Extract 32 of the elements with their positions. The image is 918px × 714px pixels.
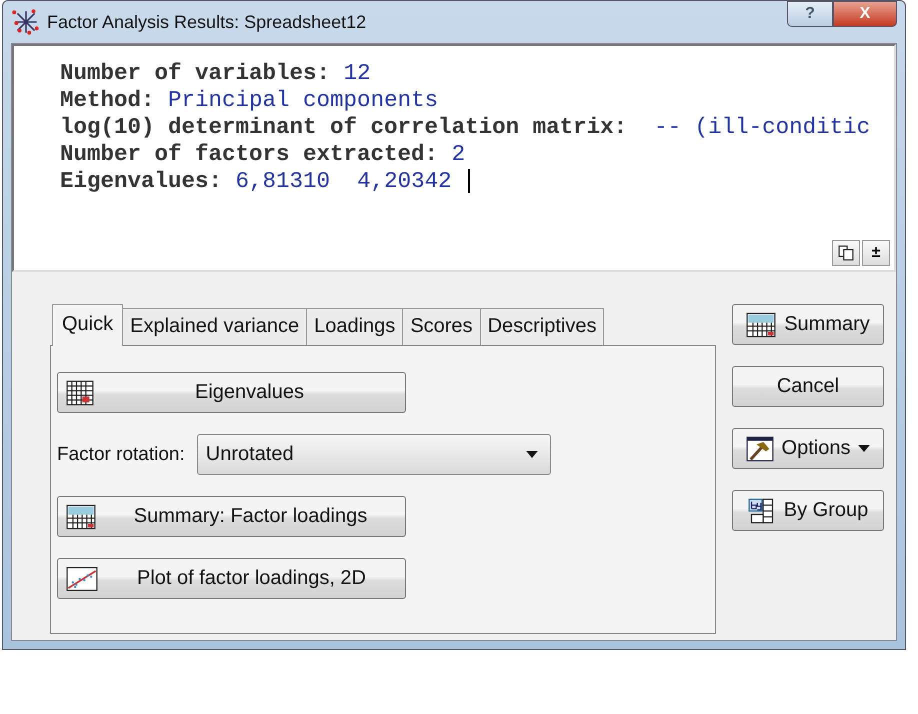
- dropdown-arrow-icon: [526, 451, 538, 458]
- tab[interactable]: Quick: [52, 304, 124, 346]
- rotation-dropdown[interactable]: Unrotated: [196, 434, 551, 475]
- side-button[interactable]: Summary: [732, 304, 884, 345]
- hammer-icon: [746, 436, 774, 462]
- output-line: Method: Principal components: [60, 87, 440, 114]
- app-icon: [11, 7, 41, 37]
- field-label: Factor rotation:: [57, 444, 185, 466]
- side-button[interactable]: Cancel: [732, 366, 884, 407]
- toggle-button[interactable]: ±: [862, 240, 890, 266]
- summary-table-icon: [746, 312, 776, 338]
- help-button[interactable]: ?: [787, 1, 833, 27]
- action-button[interactable]: Eigenvalues: [57, 372, 406, 413]
- action-button[interactable]: Plot of factor loadings, 2D: [57, 558, 406, 599]
- by-group-icon: [748, 498, 776, 524]
- action-button[interactable]: Summary: Factor loadings: [57, 496, 406, 537]
- summary-table-icon: [66, 504, 96, 530]
- table-icon: [66, 380, 94, 406]
- output-line: Eigenvalues: 6,81310 4,20342: [60, 168, 894, 195]
- output-line: Number of factors extracted: 2: [60, 141, 466, 168]
- tab[interactable]: Descriptives: [480, 308, 604, 345]
- tab[interactable]: Loadings: [306, 308, 404, 345]
- side-button[interactable]: By Group: [732, 490, 884, 531]
- window-title: Factor Analysis Results: Spreadsheet12: [47, 12, 368, 32]
- copy-icon: [838, 245, 854, 261]
- output-line: Number of variables: 12: [60, 60, 372, 87]
- menu-button[interactable]: Options: [732, 428, 884, 469]
- copy-button[interactable]: [832, 240, 860, 266]
- scatterplot-icon: [66, 566, 98, 592]
- tab[interactable]: Scores: [402, 308, 481, 345]
- tab[interactable]: Explained variance: [122, 308, 308, 345]
- output-line: log(10) determinant of correlation matrix: -- (ill-conditic: [60, 114, 872, 141]
